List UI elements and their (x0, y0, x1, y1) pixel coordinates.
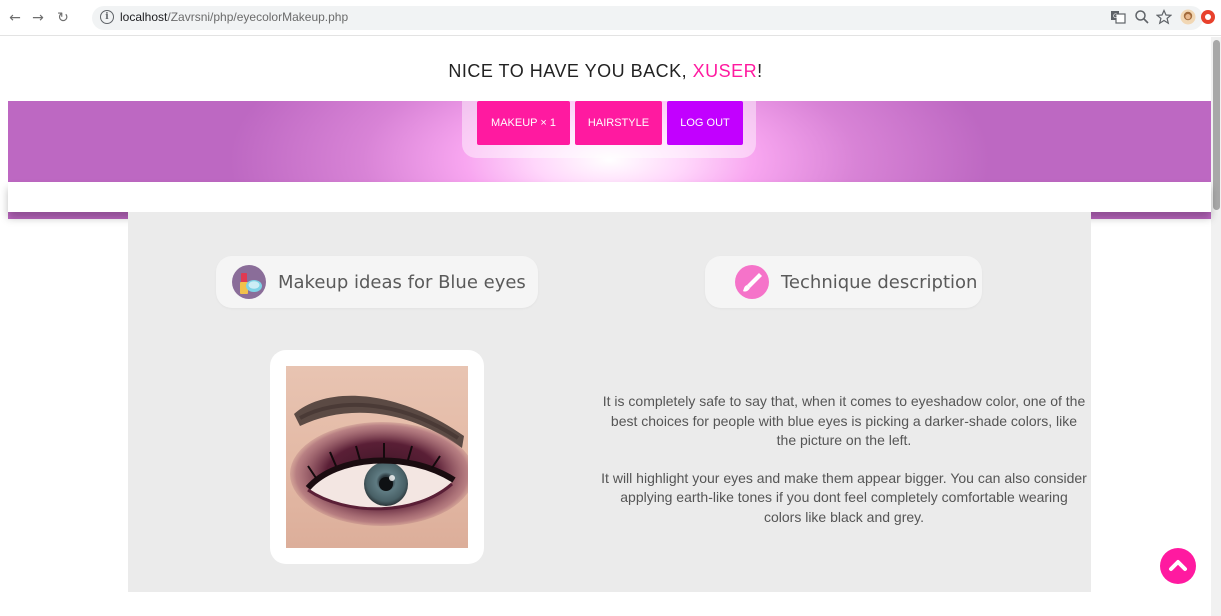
welcome-username: XUSER (692, 61, 758, 81)
chevron-up-icon (1169, 560, 1187, 571)
eye-makeup-photo (286, 366, 468, 548)
technique-description: It is completely safe to say that, when … (600, 392, 1088, 527)
forward-arrow-icon[interactable]: → (29, 9, 47, 27)
technique-title: Technique description (781, 271, 978, 293)
banner-bottom-band (8, 182, 1211, 212)
translate-icon[interactable]: G (1109, 9, 1127, 27)
brush-icon (735, 265, 769, 299)
makeup-ideas-heading: Makeup ideas for Blue eyes (216, 256, 538, 308)
zoom-icon[interactable] (1133, 9, 1151, 27)
cosmetics-icon (232, 265, 266, 299)
description-paragraph-1: It is completely safe to say that, when … (602, 393, 1086, 448)
makeup-button[interactable]: MAKEUP × 1 (477, 101, 570, 145)
welcome-suffix: ! (757, 61, 763, 81)
logout-button[interactable]: LOG OUT (667, 101, 743, 145)
reload-icon[interactable]: ↻ (54, 9, 72, 27)
profile-avatar-icon[interactable] (1179, 9, 1197, 27)
description-paragraph-2: It will highlight your eyes and make the… (601, 469, 1087, 525)
url-text[interactable]: localhost/Zavrsni/php/eyecolorMakeup.php (120, 10, 348, 24)
scrollbar-thumb[interactable] (1213, 40, 1220, 210)
welcome-heading: NICE TO HAVE YOU BACK, XUSER! (0, 61, 1211, 82)
scroll-top-button[interactable] (1160, 548, 1196, 584)
star-icon[interactable] (1155, 9, 1173, 27)
back-arrow-icon[interactable]: ← (6, 9, 24, 27)
makeup-ideas-title: Makeup ideas for Blue eyes (278, 271, 526, 293)
technique-heading: Technique description (705, 256, 982, 308)
hairstyle-button[interactable]: HAIRSTYLE (575, 101, 662, 145)
url-path: /Zavrsni/php/eyecolorMakeup.php (167, 10, 349, 24)
url-host: localhost (120, 10, 168, 24)
svg-text:G: G (1113, 13, 1118, 20)
welcome-prefix: NICE TO HAVE YOU BACK, (448, 61, 693, 81)
info-icon[interactable]: i (100, 10, 114, 24)
extension-icon[interactable] (1199, 9, 1217, 27)
